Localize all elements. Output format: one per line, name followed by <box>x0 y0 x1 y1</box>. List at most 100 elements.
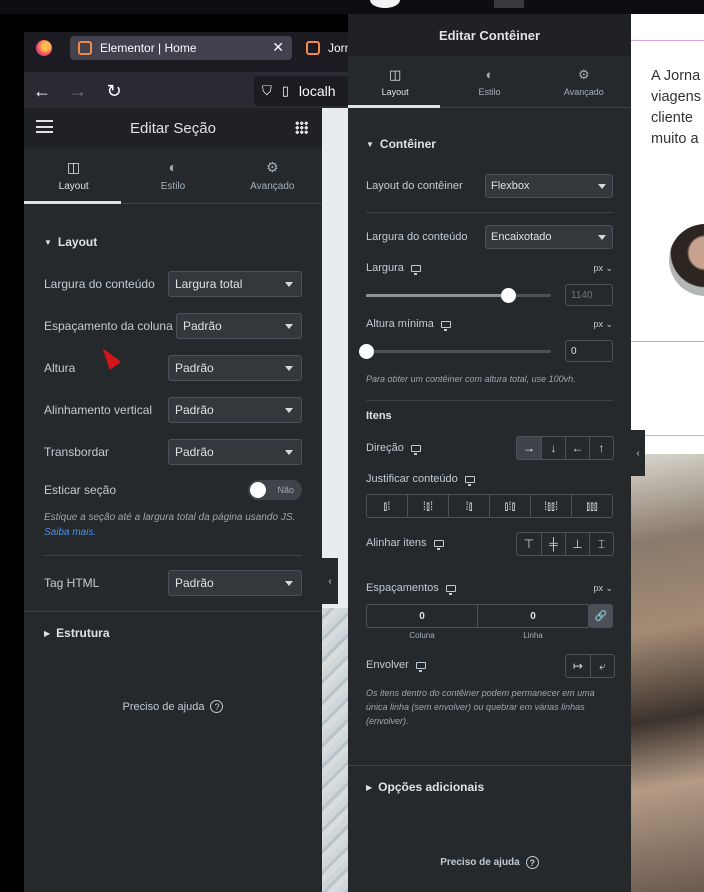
section-toggle-additional[interactable]: ▶ Opções adicionais <box>366 780 484 794</box>
section-toggle-container[interactable]: ▼ Contêiner <box>366 137 436 151</box>
learn-more-link[interactable]: Saiba mais. <box>44 527 96 538</box>
vertical-align-select[interactable]: Padrão <box>168 397 302 423</box>
slider-handle[interactable] <box>359 344 374 359</box>
top-bar <box>0 0 704 14</box>
close-icon[interactable]: ✕ <box>272 39 284 56</box>
tab-style[interactable]: ◐ Estilo <box>123 148 222 203</box>
tab-label: Estilo <box>478 86 501 97</box>
panel-title: Editar Seção <box>130 119 216 137</box>
panel-title: Editar Contêiner <box>438 27 541 43</box>
active-tab-indicator <box>348 105 440 108</box>
desktop-icon[interactable] <box>410 264 421 275</box>
direction-column-button[interactable]: ↓ <box>541 437 565 459</box>
wrap-icon[interactable]: ⤶ <box>590 655 614 677</box>
layout-icon: ◫ <box>389 66 402 82</box>
direction-row-button[interactable]: → <box>517 437 541 459</box>
desktop-icon[interactable] <box>445 584 456 595</box>
widgets-grid-icon[interactable] <box>295 121 308 134</box>
select-value: Encaixotado <box>491 231 552 243</box>
link-values-icon[interactable]: 🔗 <box>589 604 613 628</box>
toggle-label: Não <box>277 485 294 495</box>
divider <box>24 611 322 612</box>
shield-icon[interactable]: ⛉ <box>262 83 272 99</box>
field-label: Tag HTML <box>44 576 100 590</box>
field-label: Alinhar itens <box>366 537 427 549</box>
forward-arrow-icon[interactable]: → <box>60 81 96 102</box>
divider <box>366 212 613 213</box>
justify-center-icon[interactable]: ⁞⫾⁞ <box>407 495 448 517</box>
toggle-knob <box>250 482 266 498</box>
justify-content-buttons: ⫾⁞ ⁞⫾⁞ ⁞⫾ ⫾⁞⫾ ⁞⫾⫾⁞ ⫾⫾⫾ <box>366 494 613 518</box>
tab-advanced[interactable]: ⚙ Avançado <box>223 148 322 203</box>
unit-select[interactable]: px ⌄ <box>593 583 613 594</box>
text-line: muito a <box>651 131 699 147</box>
width-input[interactable]: 1140 <box>565 284 613 306</box>
note-text: Estique a seção até a largura total da p… <box>44 512 296 523</box>
section-toggle-structure[interactable]: ▶ Estrutura <box>44 626 110 640</box>
text-line: A Jorna <box>651 68 701 84</box>
desktop-icon[interactable] <box>433 539 444 550</box>
desktop-icon[interactable] <box>440 320 451 331</box>
back-arrow-icon[interactable]: ← <box>24 81 60 102</box>
nav-bar: ← → ↻ ⛉ ▯ localh <box>24 72 364 110</box>
field-label: Largura do conteúdo <box>44 277 155 291</box>
direction-row-reverse-button[interactable]: ← <box>565 437 589 459</box>
nowrap-icon[interactable]: ↦ <box>566 655 590 677</box>
gap-column-input[interactable]: 0 <box>366 604 478 628</box>
width-slider[interactable] <box>366 288 551 303</box>
reload-icon[interactable]: ↻ <box>96 81 132 102</box>
tab-advanced[interactable]: ⚙ Avançado <box>537 56 631 107</box>
select-value: Padrão <box>183 319 222 333</box>
browser-tab-elementor[interactable]: Elementor | Home ✕ <box>70 36 292 60</box>
min-height-note: Para obter um contêiner com altura total… <box>366 374 576 384</box>
align-start-icon[interactable]: ⊤ <box>517 533 541 555</box>
help-link[interactable]: Preciso de ajuda ? <box>24 700 322 713</box>
field-stretch-section: Esticar seção Não <box>44 480 302 500</box>
field-label: Espaçamento da coluna <box>44 319 173 333</box>
field-label: Espaçamentos <box>366 582 439 594</box>
justify-between-icon[interactable]: ⫾⁞⫾ <box>489 495 530 517</box>
overflow-select[interactable]: Padrão <box>168 439 302 465</box>
min-height-slider[interactable] <box>359 344 551 359</box>
height-select[interactable]: Padrão <box>168 355 302 381</box>
container-layout-select[interactable]: Flexbox <box>485 174 613 198</box>
min-height-input[interactable]: 0 <box>565 340 613 362</box>
wrap-note: Os itens dentro do contêiner podem perma… <box>366 688 595 726</box>
field-label: Envolver <box>366 659 409 671</box>
firefox-icon[interactable] <box>36 40 52 56</box>
gap-row-input[interactable]: 0 <box>477 604 589 628</box>
direction-column-reverse-button[interactable]: ↑ <box>589 437 613 459</box>
content-width-select[interactable]: Encaixotado <box>485 225 613 249</box>
select-value: Largura total <box>175 277 243 291</box>
tab-label: Layout <box>381 86 409 97</box>
tab-layout[interactable]: ◫ Layout <box>348 56 442 107</box>
align-center-icon[interactable]: ╪ <box>541 533 565 555</box>
slider-handle[interactable] <box>501 288 517 303</box>
desktop-icon[interactable] <box>410 444 421 455</box>
unit-select[interactable]: px ⌄ <box>593 263 613 274</box>
hamburger-menu-icon[interactable] <box>36 120 53 133</box>
top-bar-button[interactable] <box>494 0 524 8</box>
html-tag-select[interactable]: Padrão <box>168 570 302 596</box>
justify-evenly-icon[interactable]: ⫾⫾⫾ <box>571 495 612 517</box>
desktop-icon[interactable] <box>415 661 426 672</box>
field-width: Largura px ⌄ <box>366 262 613 275</box>
collapse-panel-button[interactable]: ‹ <box>631 430 645 476</box>
desktop-icon[interactable] <box>464 475 475 486</box>
column-gap-select[interactable]: Padrão <box>176 313 302 339</box>
active-tab-indicator <box>24 201 121 204</box>
justify-end-icon[interactable]: ⁞⫾ <box>448 495 489 517</box>
content-width-select[interactable]: Largura total <box>168 271 302 297</box>
stretch-toggle[interactable]: Não <box>248 480 302 500</box>
collapse-panel-button[interactable]: ‹ <box>322 558 338 604</box>
align-stretch-icon[interactable]: ⌶ <box>589 533 613 555</box>
help-link[interactable]: Preciso de ajuda ? <box>348 856 631 869</box>
section-toggle-layout[interactable]: ▼ Layout <box>44 235 97 249</box>
field-label: Esticar seção <box>44 483 117 497</box>
justify-around-icon[interactable]: ⁞⫾⫾⁞ <box>530 495 571 517</box>
justify-start-icon[interactable]: ⫾⁞ <box>367 495 407 517</box>
tab-layout[interactable]: ◫ Layout <box>24 148 123 203</box>
unit-select[interactable]: px ⌄ <box>593 319 613 330</box>
tab-style[interactable]: ◐ Estilo <box>442 56 536 107</box>
align-end-icon[interactable]: ⊥ <box>565 533 589 555</box>
